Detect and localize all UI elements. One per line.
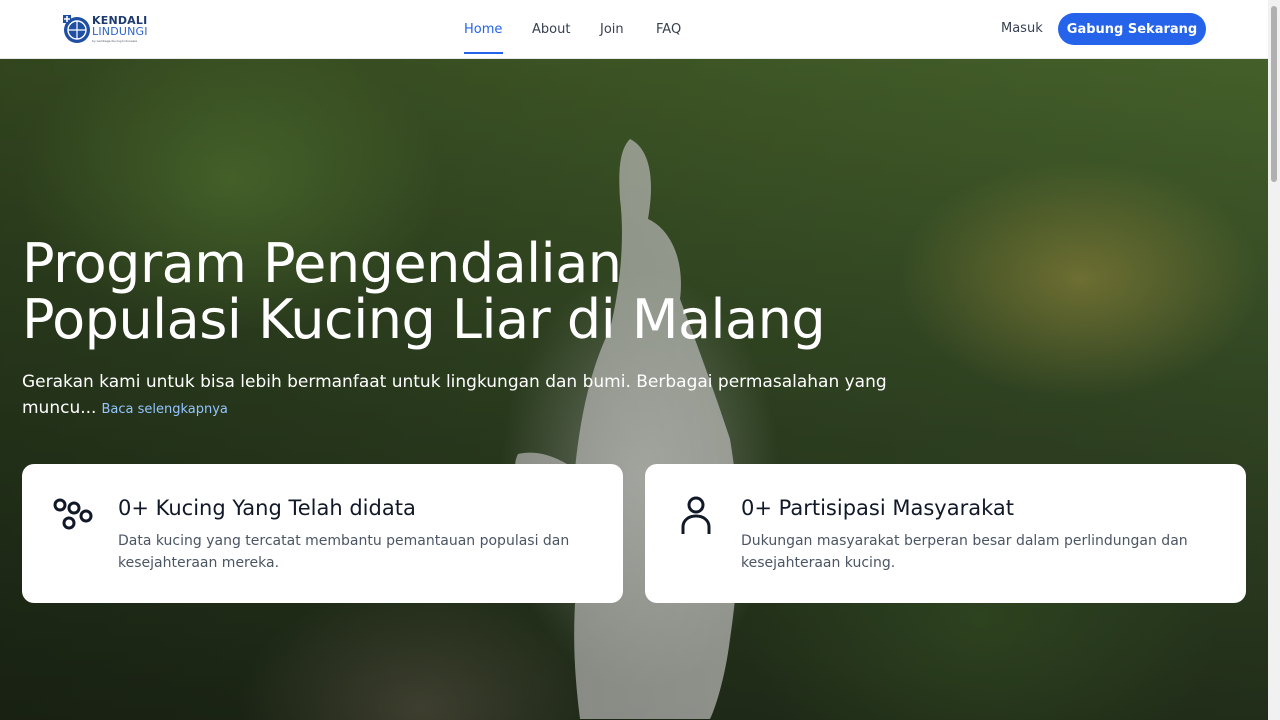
person-icon (681, 496, 711, 534)
stat-card-community: 0+ Partisipasi Masyarakat Dukungan masya… (645, 464, 1246, 603)
nav-join[interactable]: Join (600, 0, 627, 59)
brand-logo[interactable]: KENDALI LINDUNGI by Lembaga Kucing Indon… (62, 14, 152, 46)
login-link[interactable]: Masuk (1001, 20, 1043, 38)
stat-card-cats: 0+ Kucing Yang Telah didata Data kucing … (22, 464, 623, 603)
stat-cats-description: Data kucing yang tercatat membantu peman… (118, 533, 570, 571)
nav-faq[interactable]: FAQ (656, 0, 682, 59)
brand-tagline: by Lembaga Kucing Indonesia (92, 39, 137, 43)
stat-community-title: 0+ Partisipasi Masyarakat (741, 496, 1014, 520)
hero-title: Program Pengendalian Populasi Kucing Lia… (22, 236, 922, 348)
paw-icon (53, 498, 93, 530)
hero-title-line2: Populasi Kucing Liar di Malang (22, 288, 826, 351)
main-nav: Home About Join FAQ (464, 0, 682, 59)
page-scrollbar[interactable] (1268, 0, 1280, 720)
stat-community-description: Dukungan masyarakat berperan besar dalam… (741, 533, 1188, 571)
hero-title-line1: Program Pengendalian (22, 232, 622, 295)
hero-section: Program Pengendalian Populasi Kucing Lia… (0, 59, 1268, 720)
top-navbar: KENDALI LINDUNGI by Lembaga Kucing Indon… (0, 0, 1268, 59)
nav-about[interactable]: About (532, 0, 571, 59)
globe-cat-logo-icon (63, 15, 90, 43)
nav-home[interactable]: Home (464, 0, 503, 59)
hero-description: Gerakan kami untuk bisa lebih bermanfaat… (22, 369, 922, 423)
join-now-button[interactable]: Gabung Sekarang (1058, 13, 1206, 45)
brand-name-line2: LINDUNGI (92, 25, 148, 38)
scrollbar-thumb[interactable] (1271, 6, 1277, 182)
read-more-link[interactable]: Baca selengkapnya (101, 402, 227, 417)
stat-cats-title: 0+ Kucing Yang Telah didata (118, 496, 416, 520)
